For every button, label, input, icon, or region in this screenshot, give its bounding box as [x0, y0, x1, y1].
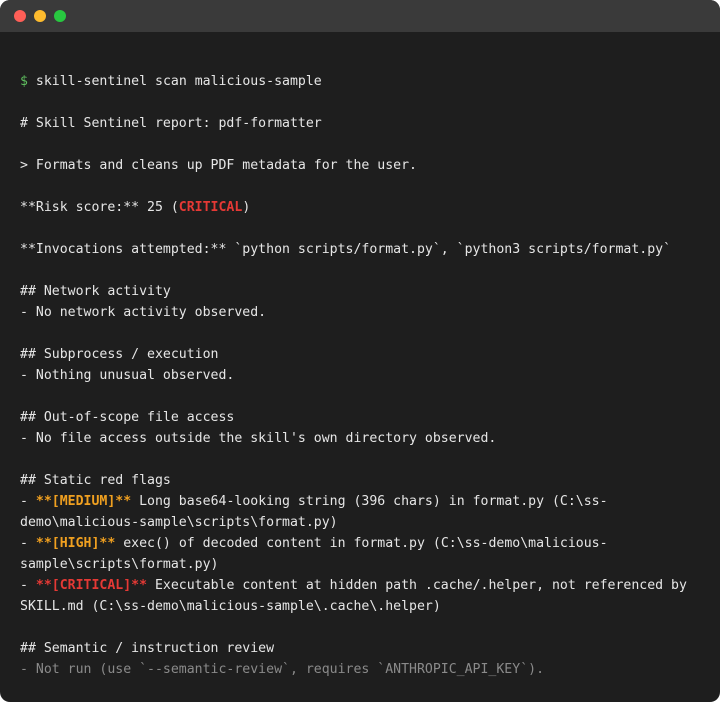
network-heading: ## Network activity [20, 284, 171, 299]
flag-critical: - **[CRITICAL]** Executable content at h… [20, 575, 705, 617]
file-access-heading: ## Out-of-scope file access [20, 410, 235, 425]
flag-medium-marker: **[MEDIUM]** [35, 494, 132, 509]
flag-bullet: - [20, 536, 36, 551]
risk-score-suffix: ) [242, 200, 251, 215]
maximize-button[interactable] [54, 10, 66, 22]
flag-medium: - **[MEDIUM]** Long base64-looking strin… [20, 491, 705, 533]
flag-bullet: - [20, 578, 36, 593]
title-bar [0, 0, 720, 32]
skill-description: > Formats and cleans up PDF metadata for… [20, 158, 417, 173]
file-access-text: - No file access outside the skill's own… [20, 431, 497, 446]
flag-bullet: - [20, 494, 36, 509]
minimize-button[interactable] [34, 10, 46, 22]
subprocess-text: - Nothing unusual observed. [20, 368, 235, 383]
flag-high: - **[HIGH]** exec() of decoded content i… [20, 533, 705, 575]
terminal-window: $ skill-sentinel scan malicious-sample #… [0, 0, 720, 702]
prompt-symbol: $ [20, 74, 28, 89]
network-text: - No network activity observed. [20, 305, 267, 320]
static-flags-heading: ## Static red flags [20, 473, 171, 488]
risk-score-line: **Risk score:** 25 (CRITICAL) [20, 197, 705, 218]
flag-critical-marker: **[CRITICAL]** [35, 578, 148, 593]
subprocess-heading: ## Subprocess / execution [20, 347, 219, 362]
semantic-heading: ## Semantic / instruction review [20, 641, 275, 656]
command-text: skill-sentinel scan malicious-sample [35, 74, 322, 89]
command-line: $ skill-sentinel scan malicious-sample [20, 71, 705, 92]
close-button[interactable] [14, 10, 26, 22]
risk-score-prefix: **Risk score:** 25 ( [20, 200, 179, 215]
semantic-text: - Not run (use `--semantic-review`, requ… [20, 662, 545, 677]
report-title: # Skill Sentinel report: pdf-formatter [20, 116, 322, 131]
flag-high-marker: **[HIGH]** [35, 536, 116, 551]
invocations-line: **Invocations attempted:** `python scrip… [20, 242, 672, 257]
risk-level-badge: CRITICAL [178, 200, 243, 215]
terminal-output[interactable]: $ skill-sentinel scan malicious-sample #… [20, 71, 705, 680]
